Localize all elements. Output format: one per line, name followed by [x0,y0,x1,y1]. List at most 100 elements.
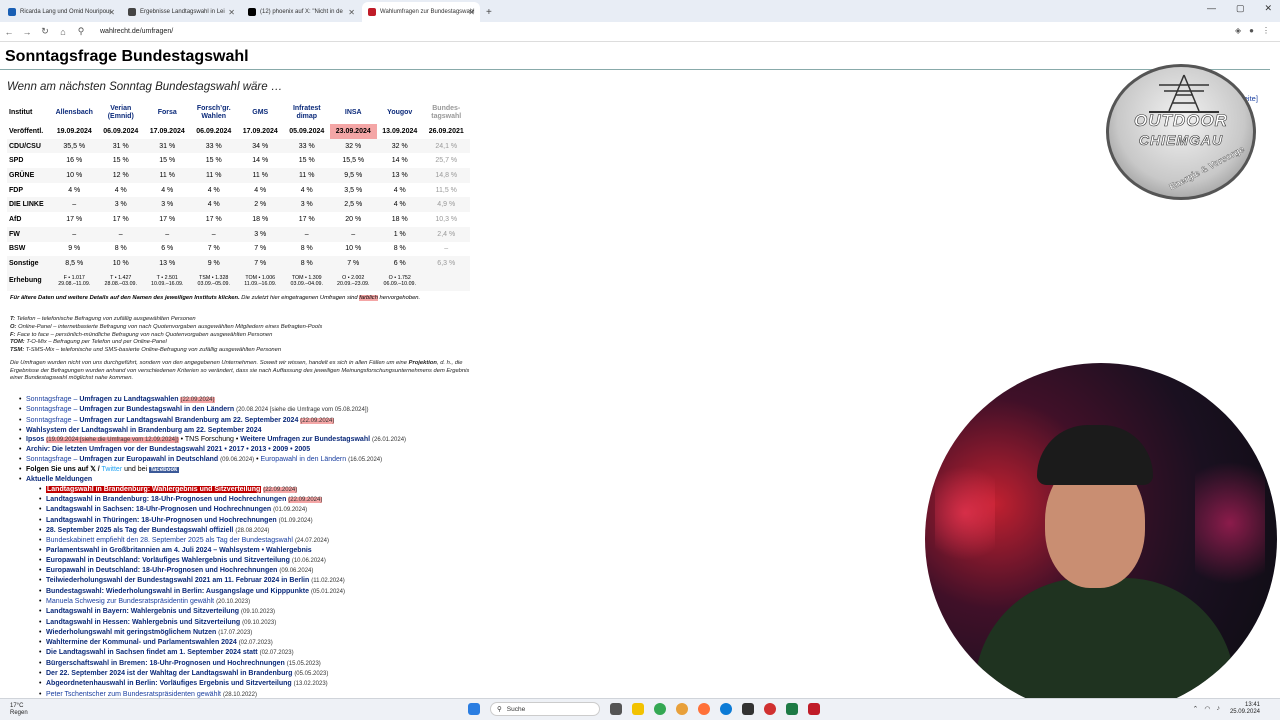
app-icon[interactable] [764,703,776,715]
news-link[interactable]: Bürgerschaftswahl in Bremen: 18-Uhr-Prog… [46,660,285,667]
new-tab-button[interactable]: + [486,2,492,22]
link[interactable]: Umfragen zu Landtagswahlen [79,396,178,403]
link[interactable]: Sonntagsfrage – [26,417,79,424]
news-link[interactable]: Landtagswahl in Brandenburg: Wahlergebni… [46,485,262,493]
file-explorer-icon[interactable] [632,703,644,715]
close-tab-icon[interactable]: ✕ [468,8,475,17]
taskbar-search[interactable]: ⚲ Suche [490,702,600,716]
institute-header[interactable]: INSA [330,102,377,124]
institute-header[interactable]: Forsch’gr. Wahlen [191,102,238,124]
profile-avatar-icon[interactable]: ● [1249,26,1254,35]
institute-header[interactable]: Bundes-tagswahl [423,102,470,124]
twitter-link[interactable]: Twitter [102,466,123,473]
link[interactable]: Europawahl in den Ländern [261,456,347,463]
weather-widget[interactable]: 17°C Regen [10,703,28,717]
search-label: Suche [506,705,526,713]
institute-header[interactable]: GMS [237,102,284,124]
news-link[interactable]: 28. September 2025 als Tag der Bundestag… [46,527,233,534]
chrome-icon[interactable] [654,703,666,715]
close-tab-icon[interactable]: ✕ [348,8,355,17]
news-link[interactable]: Landtagswahl in Sachsen: 18-Uhr-Prognose… [46,506,271,513]
table-cell: 12 % [97,168,144,183]
survey-cell: TOM • 1.309 03.09.–04.09. [283,270,330,291]
institute-header[interactable]: Forsa [144,102,191,124]
news-link[interactable]: Peter Tschentscher zum Bundesratspräside… [46,691,221,698]
institute-header[interactable]: Infratest dimap [284,102,331,124]
table-cell: 2 % [237,197,284,213]
table-row: Erhebung F • 1.017 29.08.–11.09. T • 1.427… [7,270,470,291]
news-link[interactable]: Abgeordnetenhauswahl in Berlin: Vorläufi… [46,680,292,687]
link[interactable]: Aktuelle Meldungen [26,476,92,483]
institute-header[interactable]: Verian (Emnid) [98,102,145,124]
reload-icon[interactable]: ↻ [36,26,54,37]
news-link[interactable]: Bundeskabinett empfiehlt den 28. Septemb… [46,537,293,544]
news-link[interactable]: Landtagswahl in Hessen: Wahlergebnis und… [46,619,240,626]
app-icon[interactable] [676,703,688,715]
menu-icon[interactable]: ⋮ [1262,26,1270,35]
table-cell: 3 % [144,197,191,213]
task-view-icon[interactable] [610,703,622,715]
site-info-icon[interactable]: ⚲ [72,26,90,37]
home-icon[interactable]: ⌂ [54,27,72,37]
news-link[interactable]: Parlamentswahl in Großbritannien am 4. J… [46,547,312,554]
tower-icon [1149,73,1219,113]
link[interactable]: Sonntagsfrage – [26,396,79,403]
news-link[interactable]: Manuela Schwesig zur Bundesratspräsident… [46,598,214,605]
x-icon[interactable]: 𝕏 / [90,466,100,473]
date-label: (01.09.2024) [273,507,308,514]
excel-icon[interactable] [786,703,798,715]
date-label: (26.01.2024) [372,437,407,444]
legend-item: F: Face to face – persönlich-mündliche B… [10,332,322,340]
link[interactable]: Ipsos [26,436,44,443]
table-cell: 14 % [252,157,269,165]
volume-icon[interactable]: ♪ [1217,705,1221,713]
news-link[interactable]: Wiederholungswahl mit geringstmöglichem … [46,629,216,636]
browser-tab[interactable]: (12) phoenix auf X: "Nicht in de ✕ [242,2,360,22]
maximize-icon[interactable]: ▢ [1236,3,1245,14]
url-field[interactable]: wahlrecht.de/umfragen/ [100,28,173,35]
browser-tab[interactable]: Ricarda Lang und Omid Nouripour ✕ [2,2,120,22]
news-link[interactable]: Der 22. September 2024 ist der Wahltag d… [46,670,292,677]
chevron-up-icon[interactable]: ⌃ [1193,705,1199,713]
link[interactable]: Wahlsystem der Landtagswahl in Brandenbu… [26,427,261,434]
news-link[interactable]: Landtagswahl in Thüringen: 18-Uhr-Progno… [46,517,277,524]
browser-tab-active[interactable]: Wahlumfragen zur Bundestagswahl ✕ [362,2,480,22]
news-link[interactable]: Teilwiederholungswahl der Bundestagswahl… [46,577,309,584]
news-link[interactable]: Landtagswahl in Brandenburg: 18-Uhr-Prog… [46,496,286,503]
institute-header[interactable]: Yougov [377,102,424,124]
clock[interactable]: 13:41 25.09.2024 [1230,702,1260,716]
minimize-icon[interactable]: — [1207,3,1216,14]
link[interactable]: Umfragen zur Bundestagswahl in den Lände… [79,406,234,413]
news-link[interactable]: Wahltermine der Kommunal- und Parlaments… [46,639,237,646]
news-link[interactable]: Bundestagswahl: Wiederholungswahl in Ber… [46,588,309,595]
forward-arrow-icon[interactable]: → [18,27,36,37]
weather-text: Regen [10,710,28,716]
news-link[interactable]: Europawahl in Deutschland: Vorläufiges W… [46,557,290,564]
browser-tab[interactable]: Ergebnisse Landtagswahl in Lei ✕ [122,2,240,22]
start-icon[interactable] [468,703,480,715]
back-arrow-icon[interactable]: ← [0,27,18,37]
link[interactable]: Archiv: Die letzten Umfragen vor der Bun… [26,446,310,453]
close-tab-icon[interactable]: ✕ [228,8,235,17]
link[interactable]: Umfragen zur Landtagswahl Brandenburg am… [79,417,298,424]
app-icon[interactable] [808,703,820,715]
extensions-icon[interactable]: ◈ [1235,26,1241,35]
edge-icon[interactable] [720,703,732,715]
close-tab-icon[interactable]: ✕ [108,8,115,17]
link[interactable]: Umfragen zur Europawahl in Deutschland [79,456,218,463]
link[interactable]: Sonntagsfrage – [26,406,79,413]
firefox-icon[interactable] [698,703,710,715]
link[interactable]: Sonntagsfrage – [26,456,79,463]
facebook-link[interactable]: facebook [149,467,180,474]
news-link[interactable]: Die Landtagswahl in Sachsen findet am 1.… [46,649,258,656]
close-window-icon[interactable]: ✕ [1264,3,1272,14]
link[interactable]: Weitere Umfragen zur Bundestagswahl [240,436,370,443]
date-label: (05.01.2024) [310,588,345,595]
institute-header[interactable]: Allensbach [51,102,98,124]
app-icon[interactable] [742,703,754,715]
table-cell: 7 % [254,245,267,253]
table-cell: 14 % [391,157,408,165]
wifi-icon[interactable]: ◠ [1204,705,1210,713]
news-link[interactable]: Europawahl in Deutschland: 18-Uhr-Progno… [46,567,277,574]
news-link[interactable]: Landtagswahl in Bayern: Wahlergebnis und… [46,608,239,615]
